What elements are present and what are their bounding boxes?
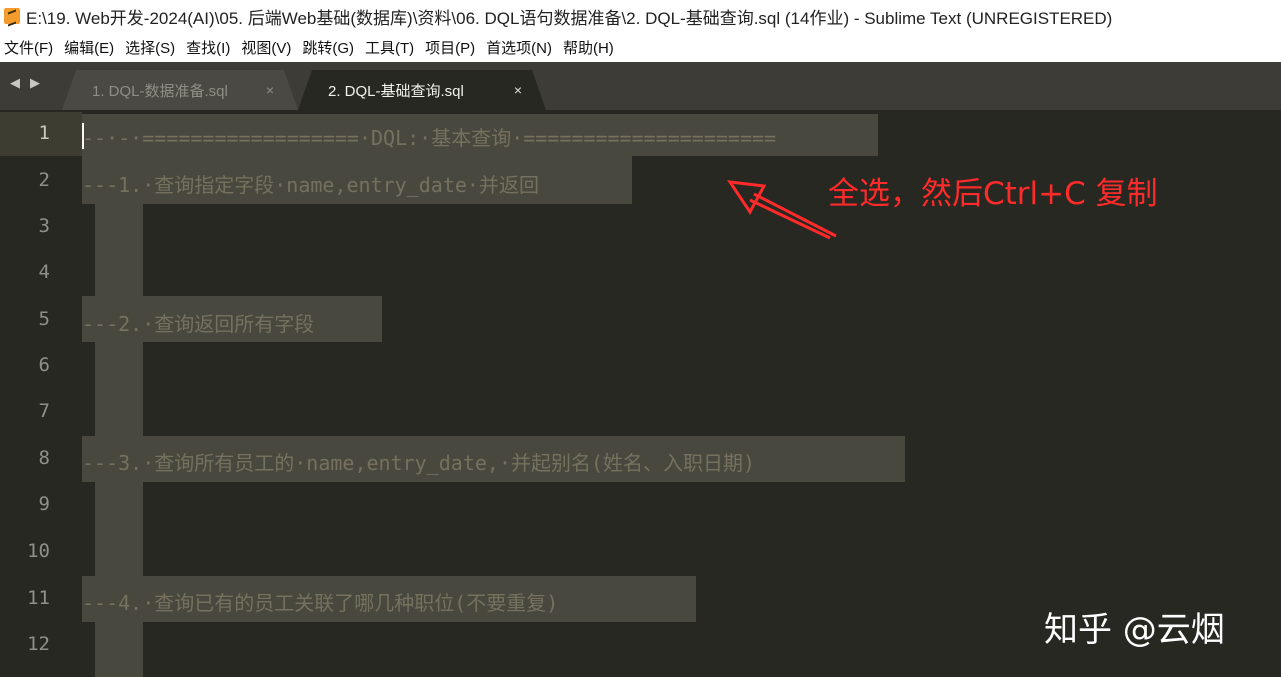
menu-selection[interactable]: 选择(S): [121, 37, 182, 58]
selection-highlight: [95, 342, 143, 436]
menu-tools[interactable]: 工具(T): [361, 37, 421, 58]
line-number: 2: [38, 169, 50, 191]
selection-highlight: [95, 622, 143, 677]
tab-navigation: ◀ ▶: [10, 76, 40, 91]
selection-highlight: [95, 482, 143, 576]
tab-label: 1. DQL-数据准备.sql: [92, 82, 228, 100]
tab-dql-data-prep[interactable]: 1. DQL-数据准备.sql ×: [62, 70, 298, 110]
window-title: E:\19. Web开发-2024(AI)\05. 后端Web基础(数据库)\资…: [26, 8, 1113, 28]
selection-highlight: [95, 204, 143, 296]
line-number: 12: [27, 633, 50, 655]
line-number: 5: [38, 308, 50, 330]
line-number: 11: [27, 587, 50, 609]
watermark: 知乎 @云烟: [1044, 610, 1225, 650]
line-number: 6: [38, 354, 50, 376]
menu-edit[interactable]: 编辑(E): [60, 37, 121, 58]
tab-prev-icon[interactable]: ◀: [10, 76, 20, 91]
menu-project[interactable]: 项目(P): [421, 37, 482, 58]
code-line-8: ---3.·查询所有员工的·name,entry_date,·并起别名(姓名、入…: [82, 451, 756, 475]
code-line-11: ---4.·查询已有的员工关联了哪几种职位(不要重复): [82, 591, 559, 615]
menu-preferences[interactable]: 首选项(N): [482, 37, 559, 58]
code-line-5: ---2.·查询返回所有字段: [82, 312, 315, 336]
sublime-app-icon: [4, 8, 20, 24]
close-icon[interactable]: ×: [266, 82, 274, 98]
code-line-1: --·-·==================·DQL:·基本查询·======…: [82, 126, 777, 150]
line-number: 9: [38, 493, 50, 515]
line-number: 8: [38, 447, 50, 469]
tab-label: 2. DQL-基础查询.sql: [328, 82, 464, 100]
menu-view[interactable]: 视图(V): [237, 37, 298, 58]
tab-bar: ◀ ▶ 1. DQL-数据准备.sql × 2. DQL-基础查询.sql ×: [0, 62, 1281, 110]
close-icon[interactable]: ×: [514, 82, 522, 98]
tab-next-icon[interactable]: ▶: [30, 76, 40, 91]
line-number: 4: [38, 261, 50, 283]
annotation-text: 全选，然后Ctrl+C 复制: [828, 176, 1158, 212]
menu-find[interactable]: 查找(I): [182, 37, 237, 58]
line-number: 1: [38, 122, 50, 144]
line-number: 10: [27, 540, 50, 562]
title-bar: E:\19. Web开发-2024(AI)\05. 后端Web基础(数据库)\资…: [0, 0, 1281, 32]
line-number: 3: [38, 215, 50, 237]
annotation-arrow-icon: [726, 180, 837, 240]
menu-help[interactable]: 帮助(H): [559, 37, 621, 58]
menu-file[interactable]: 文件(F): [0, 37, 60, 58]
code-line-2: ---1.·查询指定字段·name,entry_date·并返回: [82, 173, 539, 197]
line-number-gutter: 1 2 3 4 5 6 7 8 9 10 11 12: [0, 110, 82, 677]
menu-bar: 文件(F) 编辑(E) 选择(S) 查找(I) 视图(V) 跳转(G) 工具(T…: [0, 32, 1281, 63]
tab-dql-basic-query[interactable]: 2. DQL-基础查询.sql ×: [298, 70, 546, 110]
menu-goto[interactable]: 跳转(G): [298, 37, 361, 58]
line-number: 7: [38, 400, 50, 422]
